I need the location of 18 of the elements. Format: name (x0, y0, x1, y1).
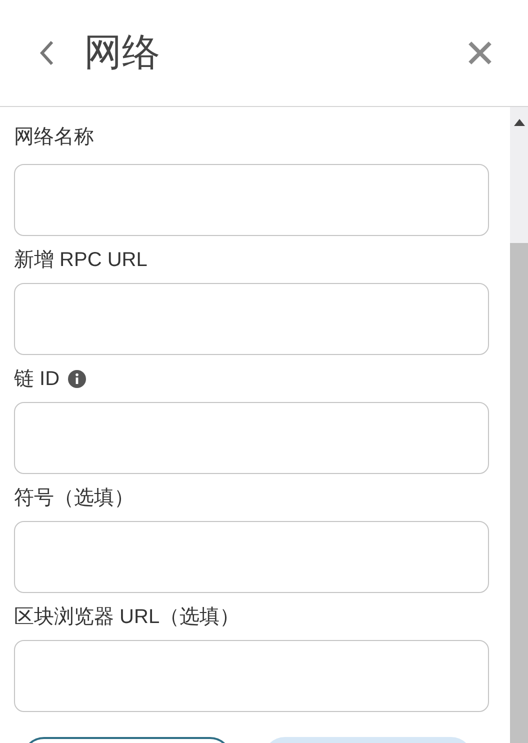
page-title: 网络 (84, 34, 160, 72)
field-label: 符号（选填） (14, 486, 134, 510)
text-field[interactable] (14, 640, 489, 712)
text-field[interactable] (14, 164, 489, 236)
field-label: 区块浏览器 URL（选填） (14, 604, 240, 630)
field-label: 网络名称 (14, 124, 94, 150)
scrollbar-thumb[interactable] (510, 243, 528, 743)
field-label: 新增 RPC URL (14, 248, 148, 272)
text-field[interactable] (14, 521, 489, 593)
close-icon (467, 40, 493, 66)
text-field[interactable] (14, 402, 489, 474)
text-field[interactable] (14, 283, 489, 355)
scrollbar[interactable] (510, 107, 528, 743)
info-icon (68, 370, 86, 388)
field-label: 链 ID (14, 366, 60, 392)
back-icon (39, 40, 55, 66)
scroll-up-icon (514, 119, 524, 126)
close-button[interactable] (466, 39, 494, 67)
